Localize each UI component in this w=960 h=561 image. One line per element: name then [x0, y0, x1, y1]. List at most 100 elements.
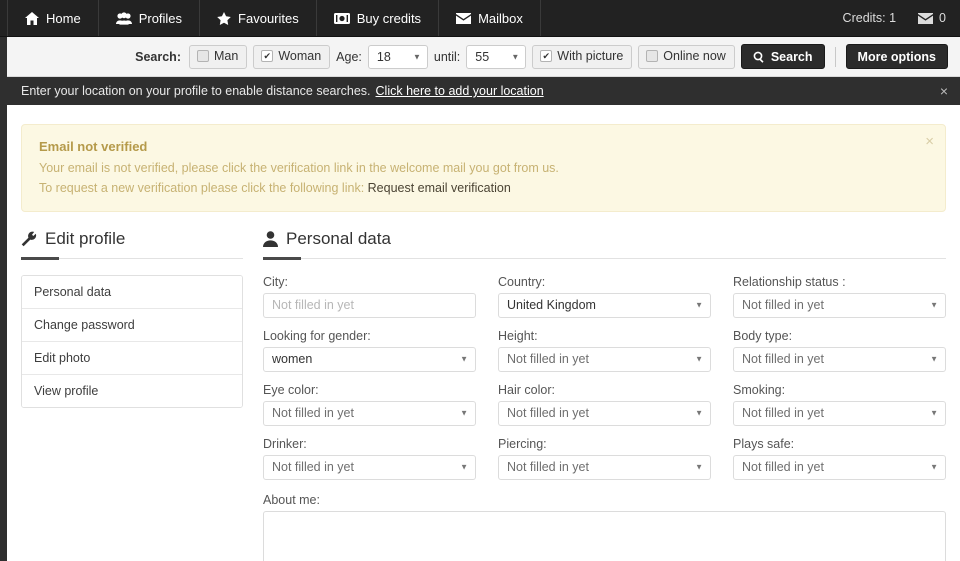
more-options-button[interactable]: More options: [846, 44, 948, 69]
filter-with-picture-checkbox[interactable]: With picture: [532, 45, 632, 69]
smoking-select[interactable]: Not filled in yet ▼: [733, 401, 946, 426]
chevron-down-icon: ▼: [930, 409, 938, 418]
credits-indicator[interactable]: Credits: 1: [843, 11, 897, 25]
nav-item-buy-credits[interactable]: Buy credits: [317, 0, 439, 36]
alert-line-1: Your email is not verified, please click…: [39, 159, 915, 178]
sidebar-item-change-password[interactable]: Change password: [22, 309, 242, 342]
plays-safe-select[interactable]: Not filled in yet ▼: [733, 455, 946, 480]
wrench-icon: [21, 231, 37, 247]
field-piercing: Piercing: Not filled in yet ▼: [498, 437, 711, 480]
request-email-verification-link[interactable]: Request email verification: [368, 181, 511, 195]
country-select[interactable]: United Kingdom ▼: [498, 293, 711, 318]
field-city: City: Not filled in yet: [263, 275, 476, 318]
main-heading-rule: [263, 258, 946, 259]
nav-item-buy-credits-label: Buy credits: [357, 11, 421, 26]
nav-item-mailbox-label: Mailbox: [478, 11, 523, 26]
field-smoking-label: Smoking:: [733, 383, 946, 397]
search-toolbar: Search: Man Woman Age: 18 ▼ until: 55 ▼ …: [7, 37, 960, 77]
search-icon: [753, 51, 765, 63]
body-type-select[interactable]: Not filled in yet ▼: [733, 347, 946, 372]
city-input[interactable]: Not filled in yet: [263, 293, 476, 318]
hair-color-select-value: Not filled in yet: [507, 406, 589, 420]
close-icon[interactable]: ×: [925, 134, 934, 149]
smoking-select-value: Not filled in yet: [742, 406, 824, 420]
piercing-select[interactable]: Not filled in yet ▼: [498, 455, 711, 480]
nav-item-favourites[interactable]: Favourites: [200, 0, 317, 36]
mail-count-indicator[interactable]: 0: [918, 11, 946, 25]
eye-color-select[interactable]: Not filled in yet ▼: [263, 401, 476, 426]
age-to-select[interactable]: 55 ▼: [466, 45, 526, 69]
field-relationship-status: Relationship status : Not filled in yet …: [733, 275, 946, 318]
chevron-down-icon: ▼: [695, 301, 703, 310]
height-select-value: Not filled in yet: [507, 352, 589, 366]
nav-item-home[interactable]: Home: [7, 0, 99, 36]
checkbox-box-online-now: [646, 50, 658, 62]
chevron-down-icon: ▼: [511, 52, 519, 61]
sidebar-item-personal-data[interactable]: Personal data: [22, 276, 242, 309]
field-looking-for-gender: Looking for gender: women ▼: [263, 329, 476, 372]
envelope-icon: [456, 13, 471, 24]
search-button-label: Search: [771, 50, 813, 64]
looking-for-gender-select[interactable]: women ▼: [263, 347, 476, 372]
city-input-placeholder: Not filled in yet: [272, 298, 354, 312]
nav-item-profiles[interactable]: Profiles: [99, 0, 200, 36]
field-body-type-label: Body type:: [733, 329, 946, 343]
sidebar-item-view-profile[interactable]: View profile: [22, 375, 242, 407]
country-select-value: United Kingdom: [507, 298, 596, 312]
search-toolbar-label: Search:: [135, 50, 181, 64]
relationship-status-select[interactable]: Not filled in yet ▼: [733, 293, 946, 318]
field-body-type: Body type: Not filled in yet ▼: [733, 329, 946, 372]
age-label: Age:: [336, 50, 362, 64]
alert-title: Email not verified: [39, 137, 915, 157]
filter-woman-checkbox[interactable]: Woman: [253, 45, 330, 69]
chevron-down-icon: ▼: [413, 52, 421, 61]
two-column-layout: Edit profile Personal data Change passwo…: [21, 229, 946, 561]
more-options-label: More options: [858, 50, 936, 64]
field-hair-color-label: Hair color:: [498, 383, 711, 397]
sidebar-menu: Personal data Change password Edit photo…: [21, 275, 243, 408]
filter-online-now-checkbox[interactable]: Online now: [638, 45, 735, 69]
nav-item-favourites-label: Favourites: [238, 11, 299, 26]
looking-for-gender-select-value: women: [272, 352, 312, 366]
filter-man-checkbox[interactable]: Man: [189, 45, 247, 69]
checkbox-box-man: [197, 50, 209, 62]
field-smoking: Smoking: Not filled in yet ▼: [733, 383, 946, 426]
alert-line-2: To request a new verification please cli…: [39, 179, 915, 198]
drinker-select[interactable]: Not filled in yet ▼: [263, 455, 476, 480]
chevron-down-icon: ▼: [695, 409, 703, 418]
sidebar-heading-rule: [21, 258, 243, 259]
main-heading: Personal data: [263, 229, 946, 258]
top-navbar: Home Profiles Favourites Buy credits: [0, 0, 960, 37]
sidebar: Edit profile Personal data Change passwo…: [21, 229, 243, 561]
nav-item-mailbox[interactable]: Mailbox: [439, 0, 541, 36]
sidebar-item-edit-photo[interactable]: Edit photo: [22, 342, 242, 375]
navbar-right: Credits: 1 0: [843, 0, 960, 36]
chevron-down-icon: ▼: [930, 301, 938, 310]
personal-data-form: City: Not filled in yet Country: United …: [263, 275, 946, 480]
field-hair-color: Hair color: Not filled in yet ▼: [498, 383, 711, 426]
money-icon: [334, 13, 350, 24]
close-icon[interactable]: ×: [940, 84, 948, 98]
plays-safe-select-value: Not filled in yet: [742, 460, 824, 474]
hair-color-select[interactable]: Not filled in yet ▼: [498, 401, 711, 426]
chevron-down-icon: ▼: [695, 463, 703, 472]
user-icon: [263, 231, 278, 247]
mail-count-value: 0: [939, 11, 946, 25]
email-not-verified-alert: Email not verified Your email is not ver…: [21, 124, 946, 212]
filter-online-now-label: Online now: [663, 49, 726, 64]
search-button[interactable]: Search: [741, 44, 825, 69]
nav-item-profiles-label: Profiles: [139, 11, 182, 26]
age-to-value: 55: [475, 50, 489, 64]
chevron-down-icon: ▼: [695, 355, 703, 364]
field-eye-color-label: Eye color:: [263, 383, 476, 397]
add-location-link[interactable]: Click here to add your location: [376, 84, 544, 98]
about-me-textarea[interactable]: [263, 511, 946, 561]
relationship-status-select-value: Not filled in yet: [742, 298, 824, 312]
field-looking-for-gender-label: Looking for gender:: [263, 329, 476, 343]
checkbox-box-woman: [261, 50, 273, 62]
home-icon: [25, 12, 39, 25]
age-from-value: 18: [377, 50, 391, 64]
height-select[interactable]: Not filled in yet ▼: [498, 347, 711, 372]
age-from-select[interactable]: 18 ▼: [368, 45, 428, 69]
personal-data-panel: Personal data City: Not filled in yet Co…: [263, 229, 946, 561]
